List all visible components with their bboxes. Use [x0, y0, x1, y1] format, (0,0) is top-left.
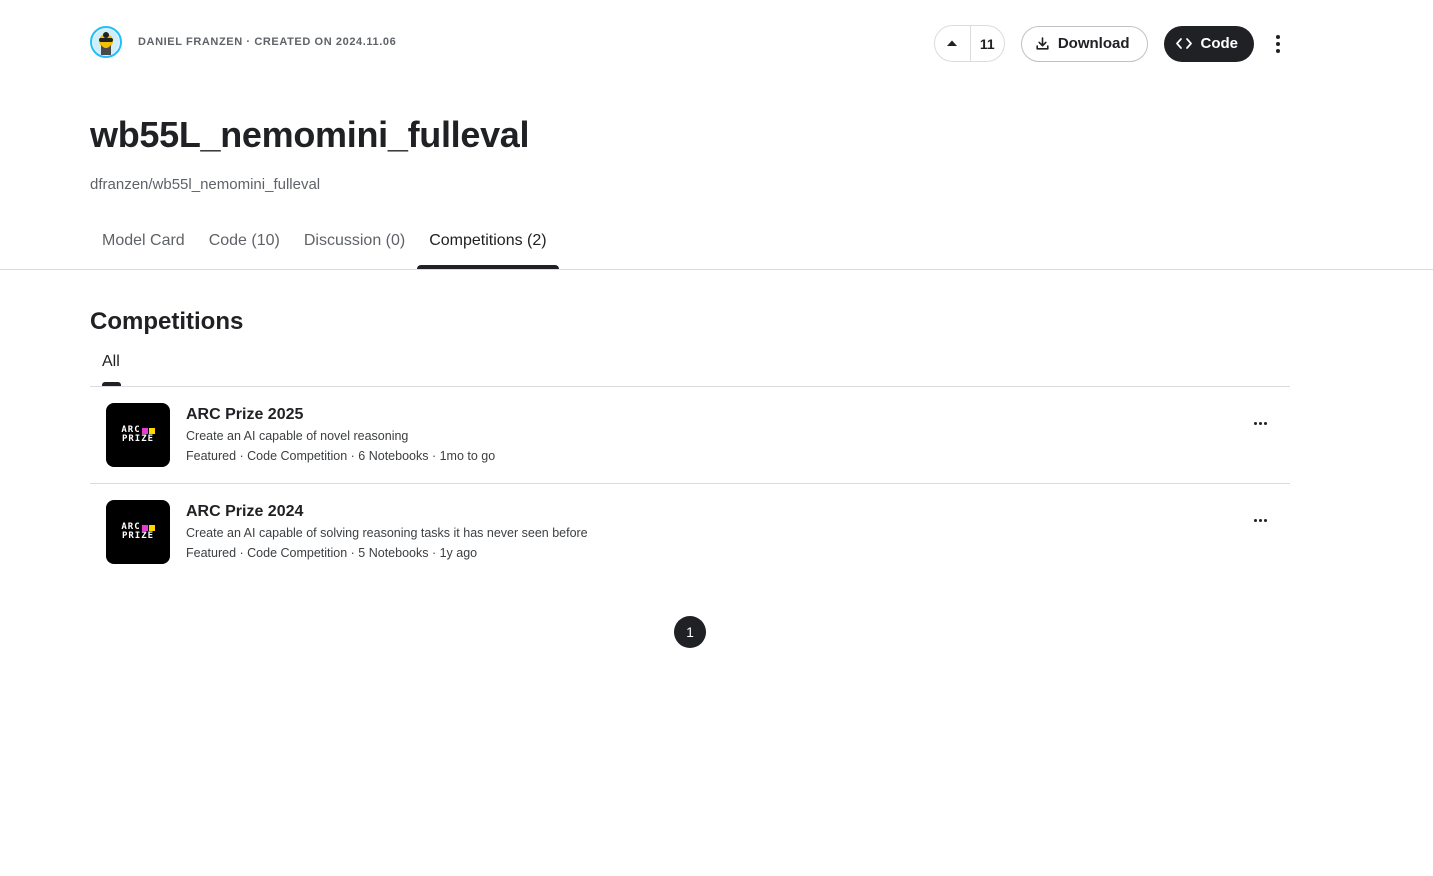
list-item[interactable]: ARC PRIZE ARC Prize 2024 Create an AI ca…	[90, 484, 1290, 581]
tab-model-card[interactable]: Model Card	[90, 232, 197, 269]
download-icon	[1036, 37, 1049, 50]
competition-list: ARC PRIZE ARC Prize 2025 Create an AI ca…	[90, 387, 1290, 581]
tab-code[interactable]: Code (10)	[197, 232, 292, 269]
logo-pink-square	[141, 524, 148, 531]
tab-discussion[interactable]: Discussion (0)	[292, 232, 417, 269]
competition-meta: Featured · Code Competition · 5 Notebook…	[186, 546, 478, 560]
owner-created-line: DANIEL FRANZEN · CREATED ON 2024.11.06	[138, 36, 397, 48]
model-tabs: Model Card Code (10) Discussion (0) Comp…	[90, 232, 559, 269]
model-slug: dfranzen/wb55l_nemomini_fulleval	[90, 176, 321, 193]
code-label: Code	[1200, 35, 1239, 52]
more-vertical-icon	[1276, 34, 1280, 53]
competition-meta: Featured · Code Competition · 6 Notebook…	[186, 449, 496, 463]
avatar[interactable]	[90, 26, 122, 58]
more-horizontal-icon	[1253, 421, 1267, 425]
competition-info: ARC Prize 2025 Create an AI capable of n…	[186, 405, 495, 464]
download-button[interactable]: Download	[1020, 25, 1148, 62]
logo-pink-square	[141, 427, 148, 434]
more-horizontal-icon	[1253, 518, 1267, 522]
header-actions: 11 Download Code	[933, 25, 1286, 62]
logo-yellow-square	[148, 427, 155, 434]
competition-description: Create an AI capable of solving reasonin…	[186, 526, 588, 540]
logo-text-line2: PRIZE	[121, 434, 155, 444]
caret-up-icon	[947, 40, 958, 46]
competition-name[interactable]: ARC Prize 2025	[186, 405, 495, 425]
competition-info: ARC Prize 2024 Create an AI capable of s…	[186, 502, 588, 561]
vote-widget: 11	[933, 25, 1005, 62]
competition-thumbnail: ARC PRIZE	[106, 403, 170, 467]
avatar-icon	[93, 29, 119, 55]
vote-count: 11	[979, 35, 995, 52]
competition-more-button[interactable]	[1252, 512, 1268, 528]
logo-text-line2: PRIZE	[121, 531, 155, 541]
competition-filter-tabs: All	[90, 353, 1290, 386]
code-brackets-icon	[1175, 38, 1192, 49]
section-title: Competitions	[90, 308, 244, 335]
more-options-button[interactable]	[1270, 26, 1286, 62]
model-header: DANIEL FRANZEN · CREATED ON 2024.11.06 1…	[90, 25, 1286, 62]
competition-description: Create an AI capable of novel reasoning	[186, 429, 409, 443]
page-title: wb55L_nemomini_fulleval	[90, 114, 530, 155]
owner-info: DANIEL FRANZEN · CREATED ON 2024.11.06	[90, 26, 396, 58]
list-item[interactable]: ARC PRIZE ARC Prize 2025 Create an AI ca…	[90, 387, 1290, 484]
filter-tab-all[interactable]: All	[90, 353, 132, 386]
competition-more-button[interactable]	[1252, 415, 1268, 431]
code-button[interactable]: Code	[1163, 25, 1254, 62]
tabs-divider	[0, 269, 1433, 270]
pagination-page-1[interactable]: 1	[674, 616, 706, 648]
competition-name[interactable]: ARC Prize 2024	[186, 502, 588, 522]
download-label: Download	[1057, 35, 1130, 52]
upvote-button[interactable]	[935, 26, 971, 61]
competition-thumbnail: ARC PRIZE	[106, 500, 170, 564]
logo-yellow-square	[148, 524, 155, 531]
tab-competitions[interactable]: Competitions (2)	[417, 232, 559, 269]
